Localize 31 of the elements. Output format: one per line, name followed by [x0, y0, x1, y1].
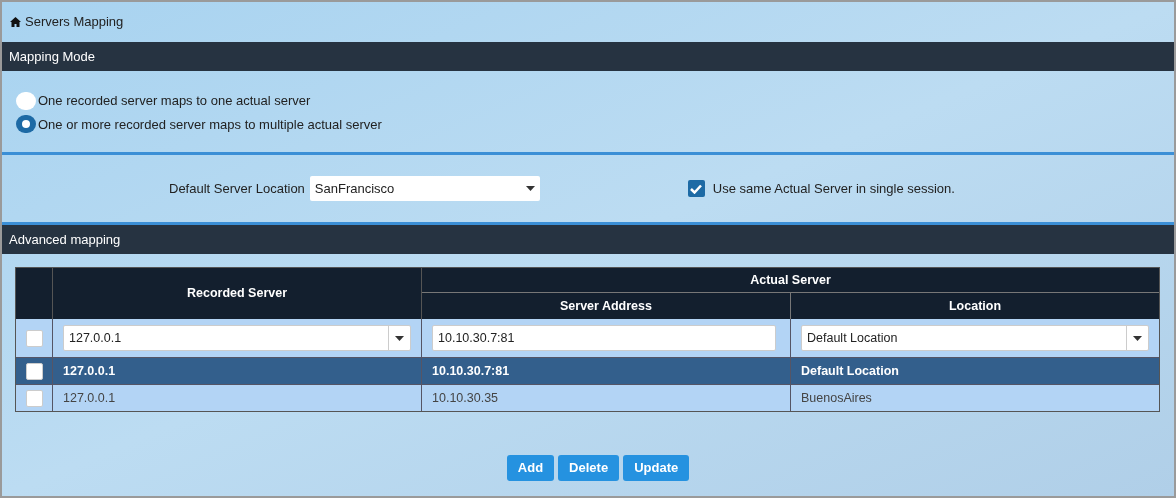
home-icon — [10, 17, 21, 27]
checkbox-label: Use same Actual Server in single session. — [712, 179, 955, 198]
field-label: Default Server Location — [169, 179, 305, 198]
header-cell: Server Address — [422, 293, 791, 319]
recorded-server-dropdown[interactable]: 127.0.0.1 — [63, 325, 411, 351]
table-cell: 10.10.30.35 — [422, 384, 791, 411]
radio-label: One recorded server maps to one actual server — [38, 92, 311, 110]
radio-button[interactable] — [16, 91, 36, 110]
window-title: Servers Mapping — [25, 13, 124, 32]
checkbox[interactable] — [25, 389, 43, 407]
header-cell: Recorded Server — [53, 268, 422, 319]
table-cell: Default Location — [791, 357, 1159, 384]
header-cell: Actual Server — [422, 268, 1159, 293]
location-dropdown[interactable]: SanFrancisco — [309, 176, 540, 201]
radio-button[interactable] — [16, 115, 36, 134]
table-cell: 127.0.0.1 — [53, 384, 422, 411]
section-header: Mapping Mode — [2, 42, 1174, 71]
table-cell: 127.0.0.1 — [53, 357, 422, 384]
table-cell: BuenosAires — [791, 384, 1159, 411]
table-cell: 10.10.30.7:81 — [422, 357, 791, 384]
address-input[interactable]: 10.10.30.7:81 — [432, 325, 776, 351]
location-dropdown[interactable]: Default Location — [801, 325, 1149, 351]
checkbox[interactable] — [25, 362, 43, 380]
header-cell: Location — [791, 293, 1159, 319]
section-header: Advanced mapping — [2, 225, 1174, 254]
caret-icon — [525, 186, 535, 191]
caret-icon — [1133, 335, 1142, 341]
radio-label: One or more recorded server maps to multiple actual server — [38, 115, 382, 134]
checkbox[interactable] — [25, 329, 43, 347]
caret-icon — [395, 335, 404, 341]
checkbox[interactable] — [687, 180, 705, 197]
